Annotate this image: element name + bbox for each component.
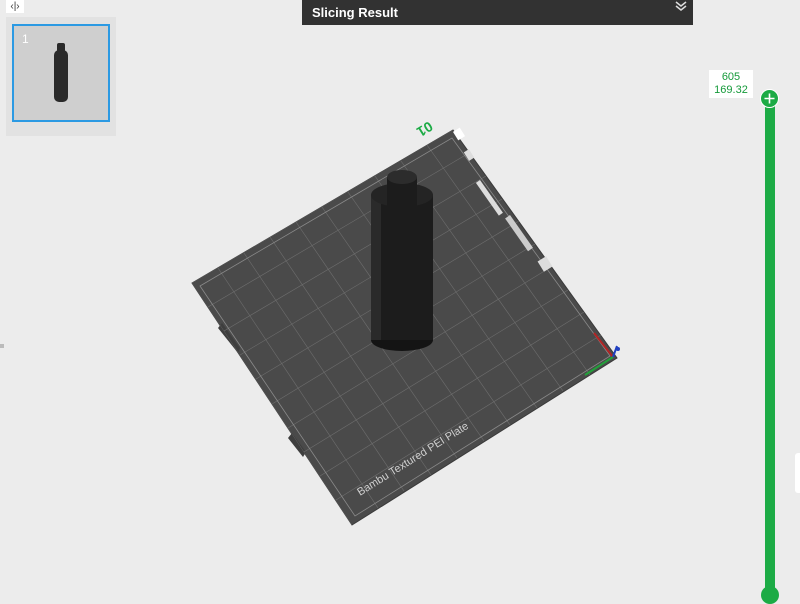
right-panel-tab[interactable] xyxy=(795,453,800,493)
layer-slider-track[interactable] xyxy=(765,98,775,598)
layer-number: 605 xyxy=(721,71,741,83)
layer-slider-bottom-handle[interactable] xyxy=(761,586,779,604)
bottle-model[interactable] xyxy=(371,170,433,351)
left-edge-handle xyxy=(0,344,4,348)
plus-icon xyxy=(764,93,775,104)
layer-height: 169.32 xyxy=(714,84,748,96)
layer-slider-top-handle[interactable] xyxy=(760,89,779,108)
plate-number-label: 01 xyxy=(414,118,436,140)
layer-height-readout: 605 169.32 xyxy=(709,70,753,98)
3d-viewport[interactable]: 01 Bambu Textured PEI Plate xyxy=(0,0,800,599)
